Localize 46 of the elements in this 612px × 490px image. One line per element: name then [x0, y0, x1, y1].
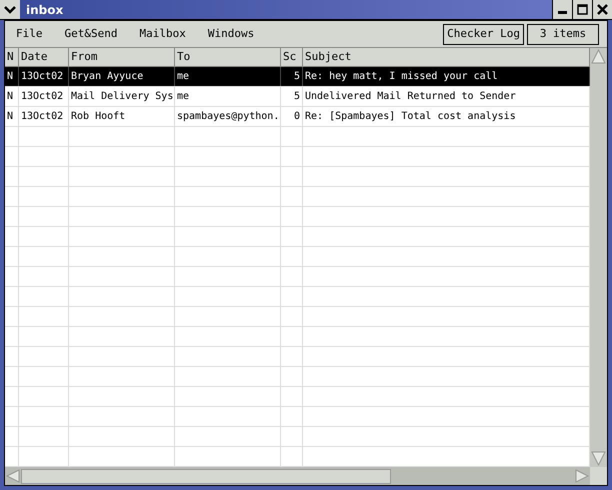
column-header[interactable]: From — [69, 48, 175, 66]
table-cell-text: Re: hey matt, I missed your call — [305, 70, 498, 84]
column-header[interactable]: Sc — [281, 48, 303, 66]
window-title: inbox — [26, 2, 64, 18]
column-header[interactable]: N — [5, 48, 19, 66]
menu-item[interactable]: File — [11, 24, 48, 44]
scroll-up-icon — [590, 48, 607, 65]
table-cell-text: 5 — [294, 70, 300, 84]
window-menu-button[interactable] — [0, 0, 20, 19]
table-cell-text: spambayes@python. — [177, 110, 280, 124]
menu-item[interactable]: Get&Send — [60, 24, 122, 44]
message-row[interactable]: N 13Oct02 Rob Hooft spambayes@python. 0 Re: [Spambayes] Total cost analysis — [5, 107, 590, 127]
close-button[interactable] — [592, 0, 612, 19]
close-icon — [597, 4, 608, 15]
table-cell-text: me — [177, 90, 190, 104]
item-count: 3 items — [527, 24, 599, 44]
table-cell-text: N — [7, 70, 14, 84]
table-cell-text: N — [7, 110, 14, 124]
message-row[interactable]: N 13Oct02 Mail Delivery Sys me 5 Undelivered Mail Returned to Sender — [5, 87, 590, 107]
table-cell-text: Re: [Spambayes] Total cost analysis — [305, 110, 516, 124]
message-row[interactable]: N 13Oct02 Bryan Ayyuce me 5 Re: hey matt, I missed your call — [5, 67, 590, 87]
scroll-thumb[interactable] — [21, 468, 391, 484]
table-cell-text: N — [7, 90, 14, 104]
vertical-scrollbar[interactable] — [590, 48, 607, 467]
table-cell-text: Undelivered Mail Returned to Sender — [305, 90, 516, 104]
table-cell-text: 13Oct02 — [21, 110, 64, 124]
column-header[interactable]: Date — [19, 48, 69, 66]
maximize-button[interactable] — [572, 0, 592, 19]
column-header[interactable]: To — [175, 48, 281, 66]
horizontal-scrollbar[interactable] — [5, 467, 590, 485]
menu-item[interactable]: Mailbox — [134, 24, 191, 44]
chevron-icon — [4, 6, 16, 14]
menu-item[interactable]: Windows — [202, 24, 260, 44]
minimize-icon — [558, 11, 567, 14]
table-cell-text: 0 — [294, 110, 300, 124]
minimize-button[interactable] — [552, 0, 572, 19]
table-cell-text: Bryan Ayyuce — [71, 70, 144, 84]
table-cell-text: 13Oct02 — [21, 90, 64, 104]
table-cell-text: Rob Hooft — [71, 110, 126, 124]
table-cell-text: 13Oct02 — [21, 70, 64, 84]
maximize-icon — [577, 4, 588, 15]
table-cell-text: 5 — [294, 90, 300, 104]
scroll-down-icon — [590, 450, 607, 467]
table-cell-text: Mail Delivery Sys — [71, 90, 174, 104]
table-cell-text: me — [177, 70, 190, 84]
checker-log-button[interactable]: Checker Log — [443, 24, 524, 44]
